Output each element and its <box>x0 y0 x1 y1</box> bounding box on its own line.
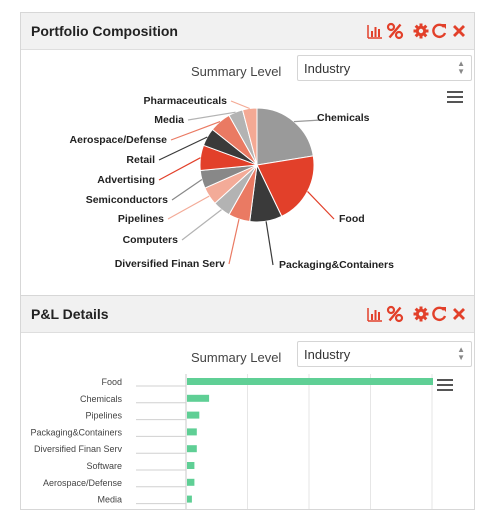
category-label: Media <box>97 495 122 505</box>
pie-slice-label: Media <box>154 114 184 126</box>
pie-slice-label: Retail <box>126 154 155 166</box>
pl-details-panel: P&L Details Summary Level Industry ▲ ▼ F… <box>21 295 474 509</box>
bar[interactable] <box>187 495 192 503</box>
bar[interactable] <box>187 394 210 402</box>
pie-connector-line <box>181 209 222 241</box>
pie-slice-label: Packaging&Containers <box>279 259 394 271</box>
category-label: Food <box>101 377 122 387</box>
category-label: Pipelines <box>85 411 122 421</box>
pie-slice-label: Chemicals <box>317 112 370 124</box>
portfolio-composition-panel: Portfolio Composition Summary Level Indu… <box>21 13 474 291</box>
bar[interactable] <box>187 411 200 419</box>
pie-connector-line <box>230 100 250 110</box>
pie-slice-label: Pharmaceuticals <box>144 95 228 107</box>
pie-slice-label: Advertising <box>97 174 155 186</box>
pie-connector-line <box>307 190 335 220</box>
pie-connector-line <box>158 157 201 181</box>
pie-connector-line <box>171 179 203 201</box>
pie-slice-label: Pipelines <box>118 213 164 225</box>
pie-slice[interactable] <box>256 107 314 166</box>
category-label: Chemicals <box>80 394 123 404</box>
bar[interactable] <box>187 378 433 385</box>
pie-connector-line <box>265 221 274 266</box>
bar[interactable] <box>187 462 195 469</box>
pie-chart: Chemicals Food Packaging&Containers Diversi… <box>70 95 395 271</box>
category-label: Packaging&Containers <box>30 427 122 437</box>
pie-slice-label: Semiconductors <box>86 194 168 206</box>
category-label: Software <box>86 461 122 471</box>
dashboard-frame: Portfolio Composition Summary Level Indu… <box>20 12 475 510</box>
pie-slice-label: Computers <box>123 234 179 246</box>
pie-slice-label: Aerospace/Defense <box>70 134 168 146</box>
bar[interactable] <box>187 445 197 453</box>
pie-slice-label: Food <box>339 213 365 225</box>
bar[interactable] <box>187 428 197 436</box>
bar[interactable] <box>187 478 195 486</box>
pie-connector-line <box>228 218 240 265</box>
pie-slice-label: Diversified Finan Serv <box>115 258 225 270</box>
pie-connector-line <box>167 195 210 220</box>
bar-chart: Food Chemicals Pipelines Packaging&Containe… <box>30 374 433 509</box>
category-label: Aerospace/Defense <box>43 478 122 488</box>
category-label: Diversified Finan Serv <box>34 444 123 454</box>
